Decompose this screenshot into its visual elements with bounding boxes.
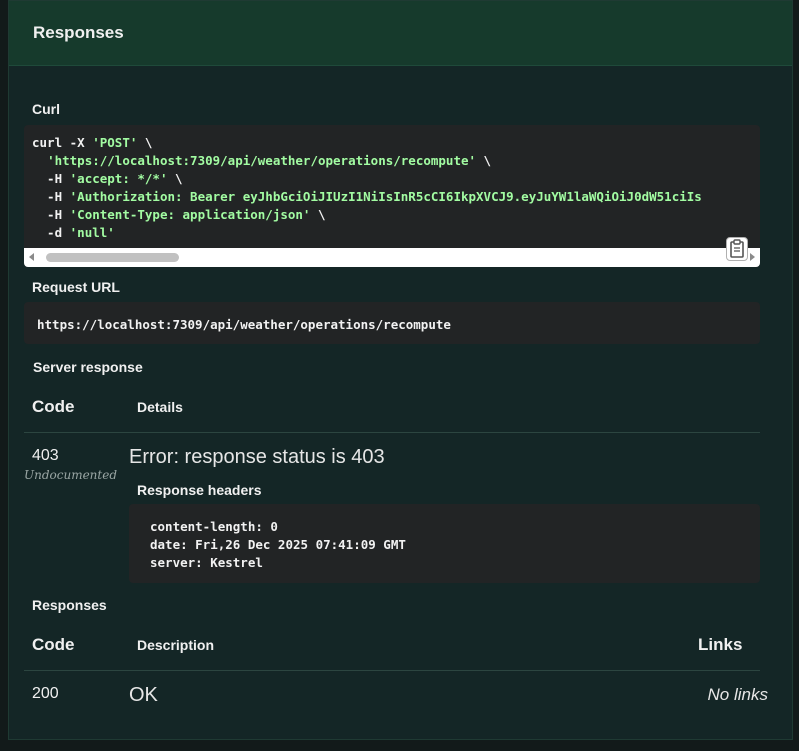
header-line: server: Kestrel (150, 555, 263, 570)
server-response-label: Server response (33, 359, 143, 375)
clipboard-icon (730, 239, 744, 258)
curl-line-2: -H 'accept: */*' \ (32, 171, 183, 186)
request-url-label: Request URL (32, 279, 120, 295)
scrollbar-thumb[interactable] (46, 253, 179, 262)
curl-command[interactable]: curl -X 'POST' \ 'https://localhost:7309… (24, 125, 760, 242)
response-links: No links (707, 685, 768, 704)
error-message: Error: response status is 403 (129, 446, 385, 468)
copy-to-clipboard-button[interactable] (726, 237, 748, 261)
server-response-code-header: Code (32, 397, 75, 416)
scroll-left-arrow-icon[interactable] (29, 253, 34, 261)
response-headers-block[interactable]: content-length: 0 date: Fri,26 Dec 2025 … (129, 504, 760, 583)
response-code-200: 200 (32, 685, 59, 702)
responses-header[interactable]: Responses (9, 1, 792, 66)
horizontal-scrollbar[interactable] (24, 248, 760, 267)
response-headers-label: Response headers (137, 482, 262, 498)
responses-code-header: Code (32, 635, 75, 654)
curl-line-0: curl -X 'POST' \ (32, 135, 153, 150)
response-headers-text: content-length: 0 date: Fri,26 Dec 2025 … (129, 504, 760, 572)
server-response-details-header: Details (137, 399, 183, 415)
curl-line-3: -H 'Authorization: Bearer eyJhbGciOiJIUz… (32, 189, 702, 204)
curl-line-4: -H 'Content-Type: application/json' \ (32, 207, 326, 222)
scroll-right-arrow-icon[interactable] (750, 253, 755, 261)
curl-label: Curl (32, 101, 60, 117)
curl-code-block[interactable]: curl -X 'POST' \ 'https://localhost:7309… (24, 125, 760, 267)
header-line: date: Fri,26 Dec 2025 07:41:09 GMT (150, 537, 406, 552)
curl-line-1: 'https://localhost:7309/api/weather/oper… (47, 153, 492, 168)
response-status-code: 403 (32, 447, 59, 464)
panel-title: Responses (33, 23, 124, 42)
responses-description-header: Description (137, 637, 215, 653)
curl-line-5: -d 'null' (32, 225, 115, 240)
responses-links-header: Links (698, 635, 743, 654)
responses-label: Responses (32, 597, 107, 613)
responses-divider (24, 670, 760, 671)
request-url-value[interactable]: https://localhost:7309/api/weather/opera… (24, 302, 760, 344)
undocumented-label: Undocumented (24, 468, 118, 482)
header-line: content-length: 0 (150, 519, 278, 534)
response-description: OK (129, 684, 158, 706)
server-response-divider (24, 432, 760, 433)
